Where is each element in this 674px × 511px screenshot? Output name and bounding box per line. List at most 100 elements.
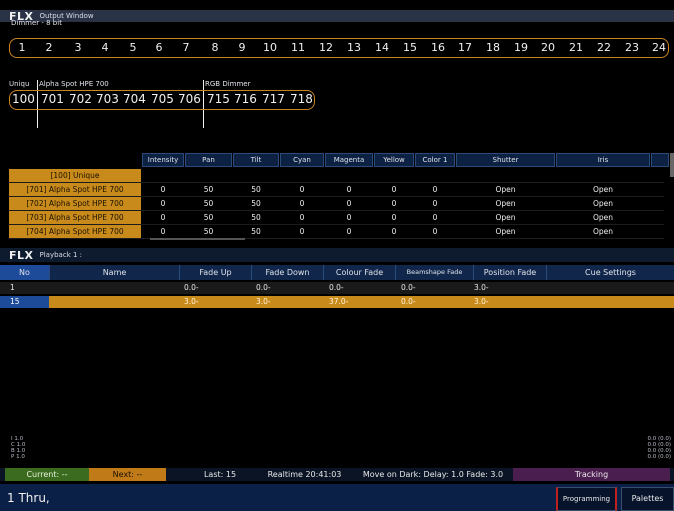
channel-number[interactable]: 15 xyxy=(400,41,420,54)
cue-row[interactable]: 1 0.0- 0.0- 0.0- 0.0- 3.0- xyxy=(0,282,674,294)
channel-number[interactable]: 6 xyxy=(149,41,169,54)
channel-number[interactable]: 24 xyxy=(649,41,669,54)
fixture-value: Open xyxy=(495,227,516,236)
fixture-row-label[interactable]: [703] Alpha Spot HPE 700 xyxy=(9,211,141,224)
cue-row[interactable]: 15 3.0- 3.0- 37.0- 0.0- 3.0- xyxy=(0,296,674,308)
fixture-row-label[interactable]: [100] Unique xyxy=(9,169,141,182)
fixture-number[interactable]: 702 xyxy=(69,92,92,106)
channel-number[interactable]: 19 xyxy=(511,41,531,54)
fixture-value: 0 xyxy=(299,185,305,194)
output-meters-left: I 1.0 C 1.0 B 1.0 P 1.0 xyxy=(11,436,25,460)
fixture-number[interactable]: 717 xyxy=(262,92,285,106)
channel-number[interactable]: 2 xyxy=(39,41,59,54)
cue-column-header[interactable]: Colour Fade xyxy=(323,265,395,280)
cue-position: 3.0- xyxy=(474,283,489,292)
cue-column-header[interactable]: Name xyxy=(49,265,179,280)
fixture-number[interactable]: 100 xyxy=(12,92,35,106)
channel-number[interactable]: 14 xyxy=(372,41,392,54)
fixture-number[interactable]: 704 xyxy=(123,92,146,106)
channel-number[interactable]: 21 xyxy=(566,41,586,54)
channel-number[interactable]: 17 xyxy=(455,41,475,54)
cue-fade-up: 3.0- xyxy=(184,297,199,306)
fixture-value: 50 xyxy=(203,185,214,194)
status-bar: Current: -- Next: -- Last: 15 Realtime 2… xyxy=(0,468,674,481)
cue-column-header[interactable]: Position Fade xyxy=(473,265,546,280)
channel-number[interactable]: 20 xyxy=(538,41,558,54)
realtime-clock: Realtime 20:41:03 xyxy=(267,470,342,479)
channel-number[interactable]: 4 xyxy=(95,41,115,54)
group-label-alpha-spot: Alpha Spot HPE 700 xyxy=(39,80,109,88)
fixture-value: 0 xyxy=(346,227,352,236)
fixture-column-header[interactable]: Cyan xyxy=(280,153,324,167)
fixture-column-header[interactable]: Intensity xyxy=(142,153,184,167)
fixture-row-label[interactable]: [701] Alpha Spot HPE 700 xyxy=(9,183,141,196)
cue-column-header[interactable]: Beamshape Fade xyxy=(395,265,473,280)
fixture-column-header[interactable]: Magenta xyxy=(325,153,373,167)
fixture-column-header[interactable]: Yellow xyxy=(374,153,414,167)
group-label-rgb-dimmer: RGB Dimmer xyxy=(205,80,251,88)
cue-column-header[interactable]: Fade Down xyxy=(251,265,323,280)
fixture-value: 50 xyxy=(203,227,214,236)
channel-number[interactable]: 7 xyxy=(176,41,196,54)
channel-number[interactable]: 16 xyxy=(428,41,448,54)
channel-number[interactable]: 18 xyxy=(483,41,503,54)
channel-number[interactable]: 11 xyxy=(288,41,308,54)
palettes-button[interactable]: Palettes xyxy=(621,487,674,511)
cue-beam: 0.0- xyxy=(401,297,416,306)
programming-button[interactable]: Programming xyxy=(556,487,617,511)
fixture-row-label[interactable]: [702] Alpha Spot HPE 700 xyxy=(9,197,141,210)
channel-number[interactable]: 13 xyxy=(344,41,364,54)
fixture-row-label[interactable]: [704] Alpha Spot HPE 700 xyxy=(9,225,141,238)
row-divider xyxy=(9,238,664,239)
fixture-value: Open xyxy=(592,199,614,208)
fixture-column-header[interactable]: Pan xyxy=(185,153,232,167)
cue-column-header[interactable]: Fade Up xyxy=(179,265,251,280)
fixture-value: 0 xyxy=(391,185,397,194)
meter-value: P 1.0 xyxy=(11,454,25,460)
channel-number[interactable]: 5 xyxy=(123,41,143,54)
cue-fade-down: 3.0- xyxy=(256,297,271,306)
fixture-value: 50 xyxy=(251,227,261,236)
fixture-number[interactable]: 706 xyxy=(178,92,201,106)
cue-colour: 37.0- xyxy=(329,297,349,306)
group-label-unique: Uniqu xyxy=(9,80,30,88)
fixture-column-header[interactable]: Iris xyxy=(556,153,650,167)
playback-title: Playback 1 : xyxy=(39,251,83,259)
vertical-scrollbar[interactable] xyxy=(670,153,674,177)
fixture-value: 0 xyxy=(160,199,166,208)
last-cue: Last: 15 xyxy=(203,470,237,479)
fixture-number[interactable]: 716 xyxy=(234,92,257,106)
channel-number[interactable]: 12 xyxy=(316,41,336,54)
channel-number[interactable]: 23 xyxy=(622,41,642,54)
fixture-column-header[interactable]: Tilt xyxy=(233,153,279,167)
output-meters-right: 0.0 (0.0) 0.0 (0.0) 0.0 (0.0) 0.0 (0.0) xyxy=(643,436,671,460)
output-window-titlebar: FLX Output Window xyxy=(0,10,674,23)
fixture-number[interactable]: 715 xyxy=(207,92,230,106)
channel-number[interactable]: 8 xyxy=(205,41,225,54)
cue-column-header[interactable]: No xyxy=(0,265,49,280)
fixture-value: 0 xyxy=(391,199,397,208)
channel-number[interactable]: 1 xyxy=(12,41,32,54)
tracking-mode[interactable]: Tracking xyxy=(513,468,670,481)
fixture-value: 50 xyxy=(251,185,261,194)
channel-number[interactable]: 22 xyxy=(594,41,614,54)
fixture-number[interactable]: 705 xyxy=(151,92,174,106)
fixture-value: Open xyxy=(592,185,614,194)
cue-fade-up: 0.0- xyxy=(184,283,199,292)
channel-number[interactable]: 9 xyxy=(232,41,252,54)
horizontal-scrollbar[interactable] xyxy=(150,238,245,240)
cue-beam: 0.0- xyxy=(401,283,416,292)
fixture-value: 0 xyxy=(432,185,438,194)
channel-number[interactable]: 3 xyxy=(68,41,88,54)
fixture-value: Open xyxy=(495,185,516,194)
fixture-value: 0 xyxy=(432,213,438,222)
fixture-number[interactable]: 703 xyxy=(96,92,119,106)
cue-fade-down: 0.0- xyxy=(256,283,271,292)
fixture-number[interactable]: 718 xyxy=(290,92,313,106)
channel-number[interactable]: 10 xyxy=(260,41,280,54)
fixture-value: Open xyxy=(495,199,516,208)
fixture-column-header[interactable]: Shutter xyxy=(456,153,555,167)
fixture-column-header[interactable]: Color 1 xyxy=(415,153,455,167)
fixture-number[interactable]: 701 xyxy=(41,92,64,106)
cue-column-header[interactable]: Cue Settings xyxy=(546,265,674,280)
